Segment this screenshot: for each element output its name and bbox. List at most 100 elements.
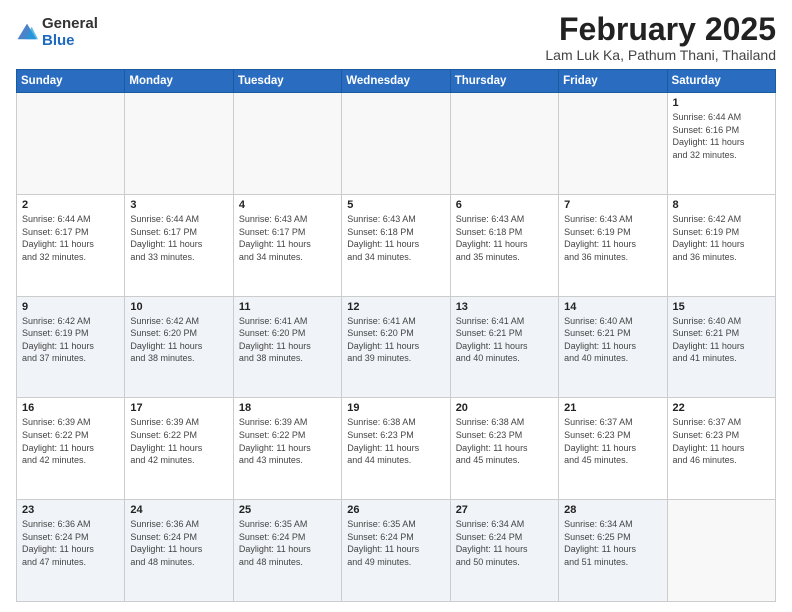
day-number: 27 (456, 504, 553, 516)
header-monday: Monday (125, 70, 233, 93)
day-number: 5 (347, 199, 444, 211)
day-info: Sunrise: 6:36 AM Sunset: 6:24 PM Dayligh… (130, 518, 227, 568)
calendar-cell: 7 Sunrise: 6:43 AM Sunset: 6:19 PM Daylig… (559, 194, 667, 296)
calendar-cell: 5Sunrise: 6:43 AM Sunset: 6:18 PM Daylig… (342, 194, 450, 296)
calendar-cell: 6Sunrise: 6:43 AM Sunset: 6:18 PM Daylig… (450, 194, 558, 296)
calendar-cell (125, 93, 233, 195)
calendar-title: February 2025 (545, 12, 776, 47)
calendar-cell: 8Sunrise: 6:42 AM Sunset: 6:19 PM Daylig… (667, 194, 775, 296)
day-number: 15 (673, 301, 770, 313)
header: General Blue February 2025 Lam Luk Ka, P… (16, 12, 776, 63)
calendar-cell (233, 93, 341, 195)
header-sunday: Sunday (17, 70, 125, 93)
weekday-header-row: Sunday Monday Tuesday Wednesday Thursday… (17, 70, 776, 93)
day-info: Sunrise: 6:39 AM Sunset: 6:22 PM Dayligh… (130, 416, 227, 466)
day-number: 4 (239, 199, 336, 211)
day-number: 12 (347, 301, 444, 313)
week-row-3: 9 Sunrise: 6:42 AM Sunset: 6:19 PM Daylig… (17, 296, 776, 398)
day-number: 22 (673, 402, 770, 414)
day-number: 28 (564, 504, 661, 516)
calendar-cell (559, 93, 667, 195)
day-info: Sunrise: 6:44 AM Sunset: 6:17 PM Dayligh… (130, 213, 227, 263)
day-number: 16 (22, 402, 119, 414)
day-info: Sunrise: 6:38 AM Sunset: 6:23 PM Dayligh… (456, 416, 553, 466)
calendar-cell: 14 Sunrise: 6:40 AM Sunset: 6:21 PM Dayli… (559, 296, 667, 398)
day-info: Sunrise: 6:42 AM Sunset: 6:20 PM Dayligh… (130, 315, 227, 365)
week-row-2: 2 Sunrise: 6:44 AM Sunset: 6:17 PM Daylig… (17, 194, 776, 296)
title-block: February 2025 Lam Luk Ka, Pathum Thani, … (545, 12, 776, 63)
day-number: 11 (239, 301, 336, 313)
calendar-cell (667, 500, 775, 602)
day-number: 2 (22, 199, 119, 211)
day-info: Sunrise: 6:42 AM Sunset: 6:19 PM Dayligh… (22, 315, 119, 365)
day-info: Sunrise: 6:37 AM Sunset: 6:23 PM Dayligh… (673, 416, 770, 466)
day-number: 18 (239, 402, 336, 414)
logo-text: General Blue (42, 16, 98, 49)
calendar-cell: 17 Sunrise: 6:39 AM Sunset: 6:22 PM Dayli… (125, 398, 233, 500)
day-number: 6 (456, 199, 553, 211)
day-info: Sunrise: 6:41 AM Sunset: 6:20 PM Dayligh… (347, 315, 444, 365)
calendar-cell: 20Sunrise: 6:38 AM Sunset: 6:23 PM Dayli… (450, 398, 558, 500)
day-info: Sunrise: 6:41 AM Sunset: 6:20 PM Dayligh… (239, 315, 336, 365)
calendar-cell: 23 Sunrise: 6:36 AM Sunset: 6:24 PM Dayli… (17, 500, 125, 602)
calendar-cell: 11 Sunrise: 6:41 AM Sunset: 6:20 PM Dayli… (233, 296, 341, 398)
calendar-cell: 3 Sunrise: 6:44 AM Sunset: 6:17 PM Daylig… (125, 194, 233, 296)
calendar-cell: 26Sunrise: 6:35 AM Sunset: 6:24 PM Dayli… (342, 500, 450, 602)
day-info: Sunrise: 6:39 AM Sunset: 6:22 PM Dayligh… (239, 416, 336, 466)
day-info: Sunrise: 6:34 AM Sunset: 6:24 PM Dayligh… (456, 518, 553, 568)
day-number: 14 (564, 301, 661, 313)
header-tuesday: Tuesday (233, 70, 341, 93)
day-number: 1 (673, 97, 770, 109)
day-number: 23 (22, 504, 119, 516)
calendar-cell (342, 93, 450, 195)
logo-blue-text: Blue (42, 33, 98, 50)
day-number: 13 (456, 301, 553, 313)
day-number: 7 (564, 199, 661, 211)
calendar-cell: 16Sunrise: 6:39 AM Sunset: 6:22 PM Dayli… (17, 398, 125, 500)
calendar-cell: 9 Sunrise: 6:42 AM Sunset: 6:19 PM Daylig… (17, 296, 125, 398)
day-number: 17 (130, 402, 227, 414)
day-info: Sunrise: 6:43 AM Sunset: 6:19 PM Dayligh… (564, 213, 661, 263)
day-number: 19 (347, 402, 444, 414)
calendar-cell: 13 Sunrise: 6:41 AM Sunset: 6:21 PM Dayli… (450, 296, 558, 398)
header-friday: Friday (559, 70, 667, 93)
logo-general-text: General (42, 16, 98, 33)
day-info: Sunrise: 6:35 AM Sunset: 6:24 PM Dayligh… (239, 518, 336, 568)
day-info: Sunrise: 6:36 AM Sunset: 6:24 PM Dayligh… (22, 518, 119, 568)
day-info: Sunrise: 6:38 AM Sunset: 6:23 PM Dayligh… (347, 416, 444, 466)
day-number: 9 (22, 301, 119, 313)
calendar-cell: 25 Sunrise: 6:35 AM Sunset: 6:24 PM Dayli… (233, 500, 341, 602)
day-info: Sunrise: 6:42 AM Sunset: 6:19 PM Dayligh… (673, 213, 770, 263)
day-number: 3 (130, 199, 227, 211)
calendar-subtitle: Lam Luk Ka, Pathum Thani, Thailand (545, 47, 776, 63)
day-info: Sunrise: 6:43 AM Sunset: 6:17 PM Dayligh… (239, 213, 336, 263)
calendar-cell: 2 Sunrise: 6:44 AM Sunset: 6:17 PM Daylig… (17, 194, 125, 296)
calendar-cell: 28Sunrise: 6:34 AM Sunset: 6:25 PM Dayli… (559, 500, 667, 602)
calendar-cell: 10Sunrise: 6:42 AM Sunset: 6:20 PM Dayli… (125, 296, 233, 398)
header-wednesday: Wednesday (342, 70, 450, 93)
logo: General Blue (16, 16, 98, 49)
calendar-cell: 19 Sunrise: 6:38 AM Sunset: 6:23 PM Dayli… (342, 398, 450, 500)
day-info: Sunrise: 6:37 AM Sunset: 6:23 PM Dayligh… (564, 416, 661, 466)
day-info: Sunrise: 6:44 AM Sunset: 6:17 PM Dayligh… (22, 213, 119, 263)
week-row-5: 23 Sunrise: 6:36 AM Sunset: 6:24 PM Dayli… (17, 500, 776, 602)
day-info: Sunrise: 6:40 AM Sunset: 6:21 PM Dayligh… (564, 315, 661, 365)
calendar-cell: 1 Sunrise: 6:44 AM Sunset: 6:16 PM Daylig… (667, 93, 775, 195)
calendar-cell: 22 Sunrise: 6:37 AM Sunset: 6:23 PM Dayli… (667, 398, 775, 500)
day-number: 25 (239, 504, 336, 516)
calendar-cell: 21 Sunrise: 6:37 AM Sunset: 6:23 PM Dayli… (559, 398, 667, 500)
day-number: 21 (564, 402, 661, 414)
header-saturday: Saturday (667, 70, 775, 93)
day-number: 24 (130, 504, 227, 516)
calendar-cell (17, 93, 125, 195)
calendar-cell: 24 Sunrise: 6:36 AM Sunset: 6:24 PM Dayli… (125, 500, 233, 602)
calendar-table: Sunday Monday Tuesday Wednesday Thursday… (16, 69, 776, 602)
header-thursday: Thursday (450, 70, 558, 93)
day-info: Sunrise: 6:41 AM Sunset: 6:21 PM Dayligh… (456, 315, 553, 365)
calendar-cell: 12 Sunrise: 6:41 AM Sunset: 6:20 PM Dayli… (342, 296, 450, 398)
day-info: Sunrise: 6:35 AM Sunset: 6:24 PM Dayligh… (347, 518, 444, 568)
calendar-cell: 15Sunrise: 6:40 AM Sunset: 6:21 PM Dayli… (667, 296, 775, 398)
calendar-cell: 18 Sunrise: 6:39 AM Sunset: 6:22 PM Dayli… (233, 398, 341, 500)
day-info: Sunrise: 6:44 AM Sunset: 6:16 PM Dayligh… (673, 111, 770, 161)
logo-icon (16, 22, 38, 44)
